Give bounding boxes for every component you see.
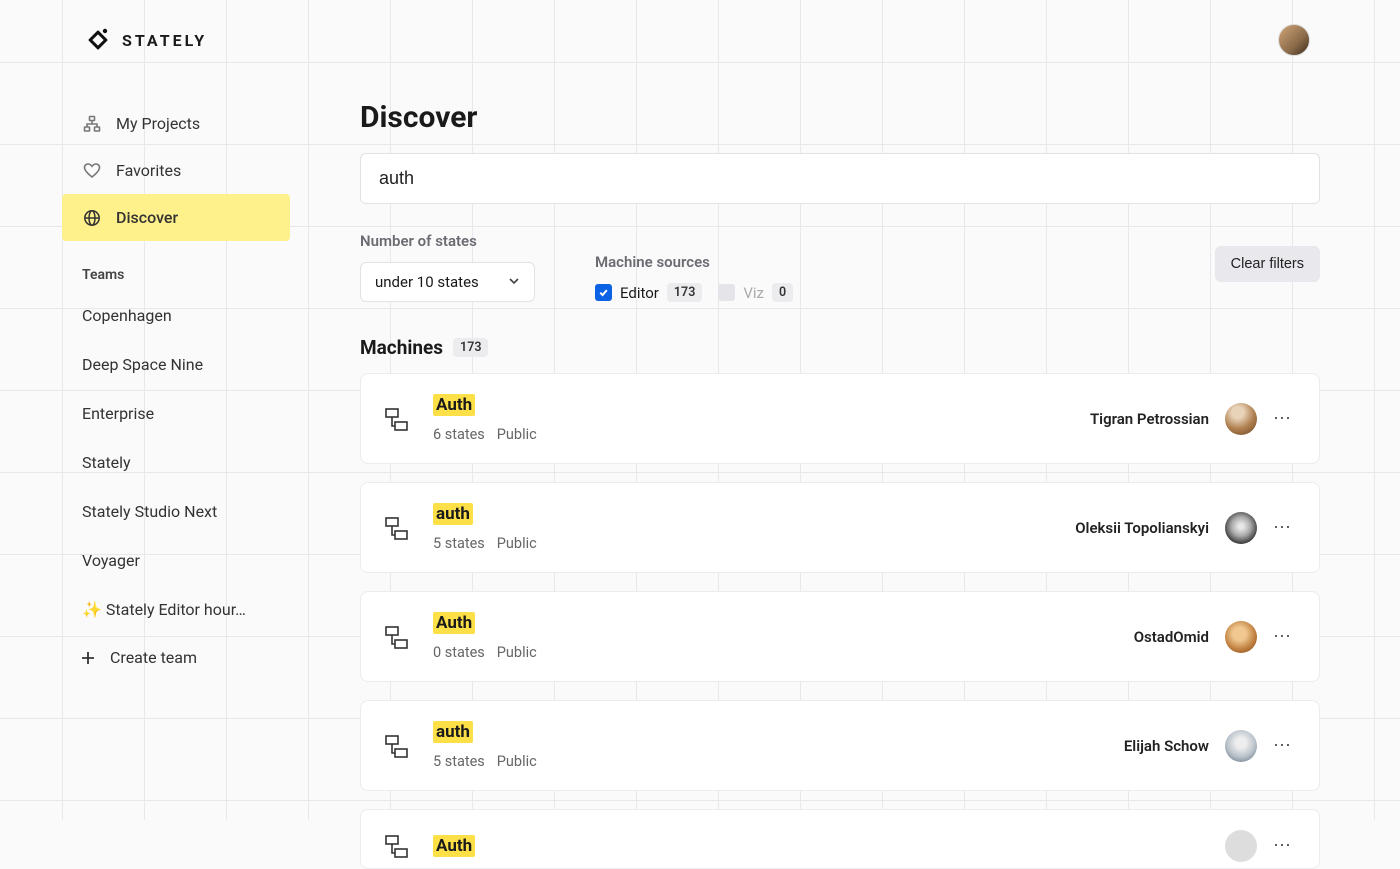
machines-section-head: Machines 173: [360, 336, 1320, 359]
machine-icon: [383, 622, 413, 652]
logo-text: STATELY: [122, 31, 207, 50]
team-item[interactable]: Copenhagen: [0, 291, 280, 340]
author-avatar[interactable]: [1225, 730, 1257, 762]
filter-label: Number of states: [360, 232, 535, 250]
chevron-down-icon: [508, 273, 520, 291]
team-item[interactable]: Voyager: [0, 536, 280, 585]
source-label: Viz: [743, 284, 764, 302]
team-item[interactable]: Stately Studio Next: [0, 487, 280, 536]
author-avatar[interactable]: [1225, 830, 1257, 862]
states-select-value: under 10 states: [375, 273, 479, 291]
machine-name: Auth: [433, 394, 475, 416]
logo-mark-icon: [84, 26, 112, 54]
machine-name: auth: [433, 503, 473, 525]
machine-states: 0 states: [433, 644, 485, 661]
filter-label: Machine sources: [595, 253, 793, 271]
source-label: Editor: [620, 284, 659, 302]
search-input[interactable]: [360, 153, 1320, 204]
clear-filters-button[interactable]: Clear filters: [1215, 246, 1320, 282]
header: STATELY: [0, 0, 1400, 80]
filter-machine-sources: Machine sources Editor 173 Viz 0: [595, 253, 793, 302]
machine-icon: [383, 404, 413, 434]
source-count-badge: 0: [772, 283, 793, 302]
machine-card[interactable]: Auth 0 states Public OstadOmid ⋯: [360, 591, 1320, 682]
author-avatar[interactable]: [1225, 512, 1257, 544]
machine-icon: [383, 731, 413, 761]
machine-visibility: Public: [497, 753, 537, 770]
machine-visibility: Public: [497, 426, 537, 443]
source-editor-checkbox[interactable]: Editor 173: [595, 283, 702, 302]
machine-icon: [383, 831, 413, 861]
machine-states: 6 states: [433, 426, 485, 443]
machine-visibility: Public: [497, 535, 537, 552]
create-team-button[interactable]: Create team: [0, 634, 300, 681]
machine-card[interactable]: auth 5 states Public Elijah Schow ⋯: [360, 700, 1320, 791]
plus-icon: [80, 650, 96, 666]
machine-visibility: Public: [497, 644, 537, 661]
main-content: Discover Number of states under 10 state…: [300, 0, 1400, 820]
checkbox-unchecked-icon: [718, 284, 735, 301]
user-avatar[interactable]: [1278, 24, 1310, 56]
more-actions-button[interactable]: ⋯: [1273, 628, 1297, 646]
states-select[interactable]: under 10 states: [360, 262, 535, 302]
machine-name: Auth: [433, 612, 475, 634]
machine-card[interactable]: Auth ⋯: [360, 809, 1320, 869]
team-item[interactable]: Enterprise: [0, 389, 280, 438]
more-actions-button[interactable]: ⋯: [1273, 737, 1297, 755]
checkbox-checked-icon: [595, 284, 612, 301]
create-team-label: Create team: [110, 648, 197, 667]
logo[interactable]: STATELY: [84, 26, 207, 54]
author-avatar[interactable]: [1225, 621, 1257, 653]
more-actions-button[interactable]: ⋯: [1273, 410, 1297, 428]
sidebar-item-favorites[interactable]: Favorites: [0, 147, 300, 194]
projects-icon: [82, 114, 102, 134]
sidebar-item-label: My Projects: [116, 114, 200, 133]
author-name: Elijah Schow: [1124, 737, 1209, 755]
source-count-badge: 173: [667, 283, 702, 302]
filter-row: Number of states under 10 states Machine…: [360, 232, 1320, 302]
machines-heading: Machines: [360, 336, 443, 359]
team-item[interactable]: Stately: [0, 438, 280, 487]
author-name: Tigran Petrossian: [1090, 410, 1209, 428]
author-avatar[interactable]: [1225, 403, 1257, 435]
sidebar-item-my-projects[interactable]: My Projects: [0, 100, 300, 147]
sidebar-item-discover[interactable]: Discover: [62, 194, 290, 241]
author-name: Oleksii Topolianskyi: [1075, 519, 1209, 537]
machine-name: Auth: [433, 835, 475, 857]
machine-states: 5 states: [433, 753, 485, 770]
machine-card[interactable]: Auth 6 states Public Tigran Petrossian ⋯: [360, 373, 1320, 464]
team-item[interactable]: Deep Space Nine: [0, 340, 280, 389]
machine-icon: [383, 513, 413, 543]
machine-states: 5 states: [433, 535, 485, 552]
sidebar: My Projects Favorites Discover Teams Cop…: [0, 0, 300, 820]
filter-number-of-states: Number of states under 10 states: [360, 232, 535, 302]
machine-name: auth: [433, 721, 473, 743]
machine-list: Auth 6 states Public Tigran Petrossian ⋯: [360, 373, 1320, 869]
author-name: OstadOmid: [1134, 628, 1209, 646]
sidebar-item-label: Discover: [116, 208, 178, 227]
more-actions-button[interactable]: ⋯: [1273, 837, 1297, 855]
team-item[interactable]: ✨ Stately Editor hour…: [0, 585, 280, 634]
globe-icon: [82, 208, 102, 228]
heart-icon: [82, 161, 102, 181]
sidebar-item-label: Favorites: [116, 161, 181, 180]
source-viz-checkbox[interactable]: Viz 0: [718, 283, 793, 302]
machines-total-badge: 173: [453, 338, 488, 357]
teams-heading: Teams: [0, 241, 300, 291]
machine-card[interactable]: auth 5 states Public Oleksii Topoliansky…: [360, 482, 1320, 573]
page-title: Discover: [360, 100, 1320, 135]
more-actions-button[interactable]: ⋯: [1273, 519, 1297, 537]
